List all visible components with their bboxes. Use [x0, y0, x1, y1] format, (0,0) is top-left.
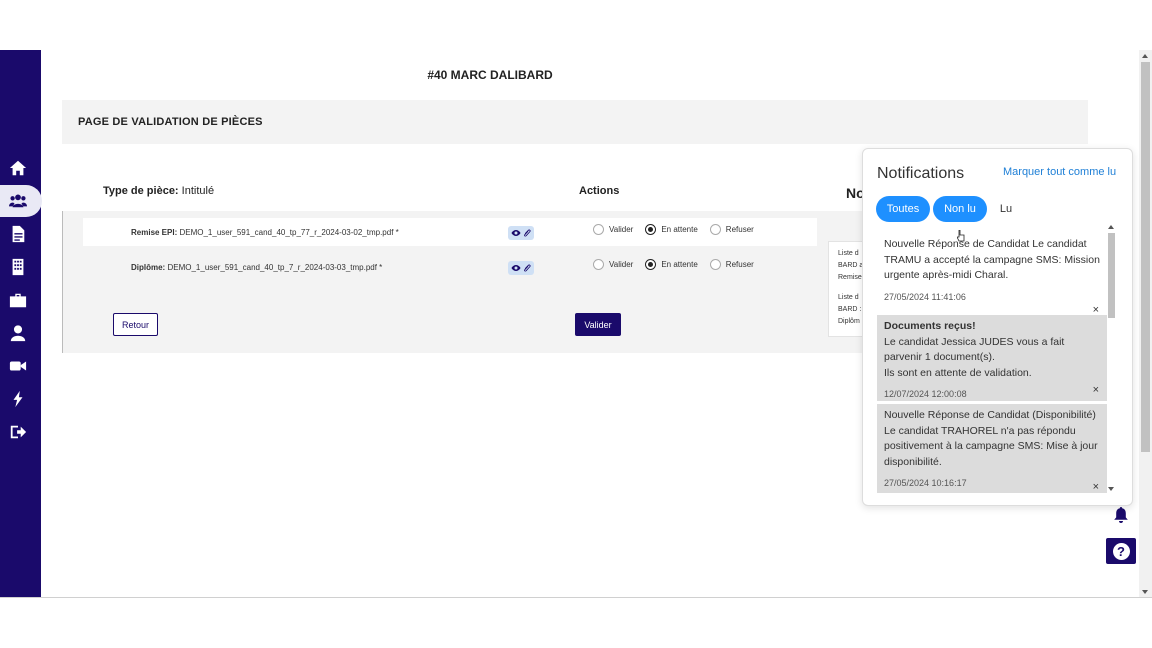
table-row: Diplôme: DEMO_1_user_591_cand_40_tp_7_r_…	[83, 253, 817, 281]
scroll-up-arrow[interactable]	[1108, 225, 1114, 229]
home-icon[interactable]	[8, 158, 28, 178]
row-filename: DEMO_1_user_591_cand_40_tp_7_r_2024-03-0…	[167, 263, 383, 272]
eye-icon	[511, 230, 520, 236]
briefcase-icon[interactable]	[8, 290, 28, 310]
view-document-button[interactable]	[508, 261, 534, 275]
lightning-icon[interactable]	[8, 389, 28, 409]
scroll-down-arrow[interactable]	[1108, 487, 1114, 491]
filter-unread-button[interactable]: Non lu	[933, 196, 987, 222]
scroll-up-arrow[interactable]	[1142, 54, 1148, 58]
radio-pending[interactable]	[645, 259, 657, 270]
notification-body: Ils sont en attente de validation.	[884, 366, 1032, 379]
notifications-title: Notifications	[877, 165, 965, 182]
page-title: #40 MARC DALIBARD	[427, 68, 553, 82]
row-type: Diplôme:	[131, 263, 166, 272]
status-radio-group: Valider En attente Refuser	[593, 259, 766, 270]
back-button[interactable]: Retour	[113, 313, 158, 336]
video-camera-icon[interactable]	[8, 356, 28, 376]
row-type: Remise EPI:	[131, 228, 178, 237]
user-icon[interactable]	[8, 323, 28, 343]
notification-body: Le candidat Jessica JUDES vous a fait pa…	[884, 335, 1065, 364]
radio-refuse[interactable]	[709, 224, 721, 235]
paperclip-icon	[523, 264, 531, 272]
notifications-scrollbar[interactable]	[1107, 223, 1116, 493]
filter-all-button[interactable]: Toutes	[876, 196, 930, 222]
bell-icon[interactable]	[1113, 506, 1129, 524]
radio-refuse-label: Refuser	[725, 225, 754, 234]
notification-text: Nouvelle Réponse de Candidat (Disponibil…	[884, 408, 1100, 470]
close-icon[interactable]: ×	[1093, 383, 1099, 399]
radio-refuse[interactable]	[709, 259, 721, 270]
building-icon[interactable]	[8, 257, 28, 277]
logout-icon[interactable]	[8, 422, 28, 442]
section-title: PAGE DE VALIDATION DE PIÈCES	[78, 116, 263, 128]
notifications-panel: Notifications Marquer tout comme lu Tout…	[862, 148, 1133, 506]
mouse-cursor-icon	[957, 230, 965, 242]
notification-item[interactable]: Nouvelle Réponse de Candidat (Disponibil…	[877, 404, 1107, 493]
view-document-button[interactable]	[508, 226, 534, 240]
section-header: PAGE DE VALIDATION DE PIÈCES	[62, 100, 1088, 144]
column-type-label: Type de pièce:	[103, 185, 179, 197]
app-root: #40 MARC DALIBARD PAGE DE VALIDATION DE …	[0, 0, 1152, 648]
filter-read-button[interactable]: Lu	[991, 196, 1021, 222]
radio-validate[interactable]	[593, 259, 604, 270]
column-type-sub: Intitulé	[181, 185, 215, 197]
radio-pending-label: En attente	[661, 260, 698, 269]
column-header-type: Type de pièce: Intitulé	[103, 185, 214, 197]
close-icon[interactable]: ×	[1093, 480, 1099, 493]
status-radio-group: Valider En attente Refuser	[593, 224, 766, 235]
column-header-actions: Actions	[579, 185, 620, 197]
question-icon: ?	[1112, 542, 1130, 560]
app-frame: #40 MARC DALIBARD PAGE DE VALIDATION DE …	[0, 50, 1152, 598]
notification-text: Nouvelle Réponse de Candidat Le candidat…	[884, 237, 1100, 284]
row-file-label: Remise EPI: DEMO_1_user_591_cand_40_tp_7…	[131, 228, 399, 237]
validation-table: Remise EPI: DEMO_1_user_591_cand_40_tp_7…	[62, 211, 884, 353]
sidebar	[0, 50, 42, 597]
notification-item[interactable]: Nouvelle Réponse de Candidat Le candidat…	[877, 237, 1107, 327]
notification-item[interactable]: Documents reçus! Le candidat Jessica JUD…	[877, 315, 1107, 401]
notification-time: 27/05/2024 11:41:06	[884, 291, 966, 302]
notification-title: Nouvelle Réponse de Candidat (Disponibil…	[884, 409, 1096, 421]
scroll-down-arrow[interactable]	[1142, 590, 1148, 594]
scroll-thumb[interactable]	[1141, 62, 1150, 452]
scroll-thumb[interactable]	[1108, 233, 1115, 318]
row-file-label: Diplôme: DEMO_1_user_591_cand_40_tp_7_r_…	[131, 263, 382, 272]
radio-refuse-label: Refuser	[725, 260, 754, 269]
paperclip-icon	[523, 229, 531, 237]
radio-validate[interactable]	[593, 224, 604, 235]
main-scrollbar[interactable]	[1139, 50, 1152, 597]
help-button[interactable]: ?	[1106, 538, 1136, 564]
mark-all-read-link[interactable]: Marquer tout comme lu	[1003, 166, 1116, 178]
row-filename: DEMO_1_user_591_cand_40_tp_77_r_2024-03-…	[179, 228, 399, 237]
radio-validate-label: Valider	[609, 225, 634, 234]
radio-validate-label: Valider	[609, 260, 634, 269]
notification-time: 12/07/2024 12:00:08	[884, 389, 967, 399]
document-icon[interactable]	[8, 224, 28, 244]
notifications-list: Nouvelle Réponse de Candidat Le candidat…	[875, 223, 1119, 493]
eye-icon	[511, 265, 520, 271]
users-icon[interactable]	[8, 191, 28, 211]
radio-pending[interactable]	[645, 224, 657, 235]
notification-body: Le candidat TRAHOREL n'a pas répondu pos…	[884, 424, 1098, 468]
table-row: Remise EPI: DEMO_1_user_591_cand_40_tp_7…	[83, 218, 817, 246]
radio-pending-label: En attente	[661, 225, 698, 234]
notification-title: Documents reçus!	[884, 320, 976, 332]
submit-button[interactable]: Valider	[575, 313, 621, 336]
notification-time: 27/05/2024 10:16:17	[884, 478, 967, 488]
